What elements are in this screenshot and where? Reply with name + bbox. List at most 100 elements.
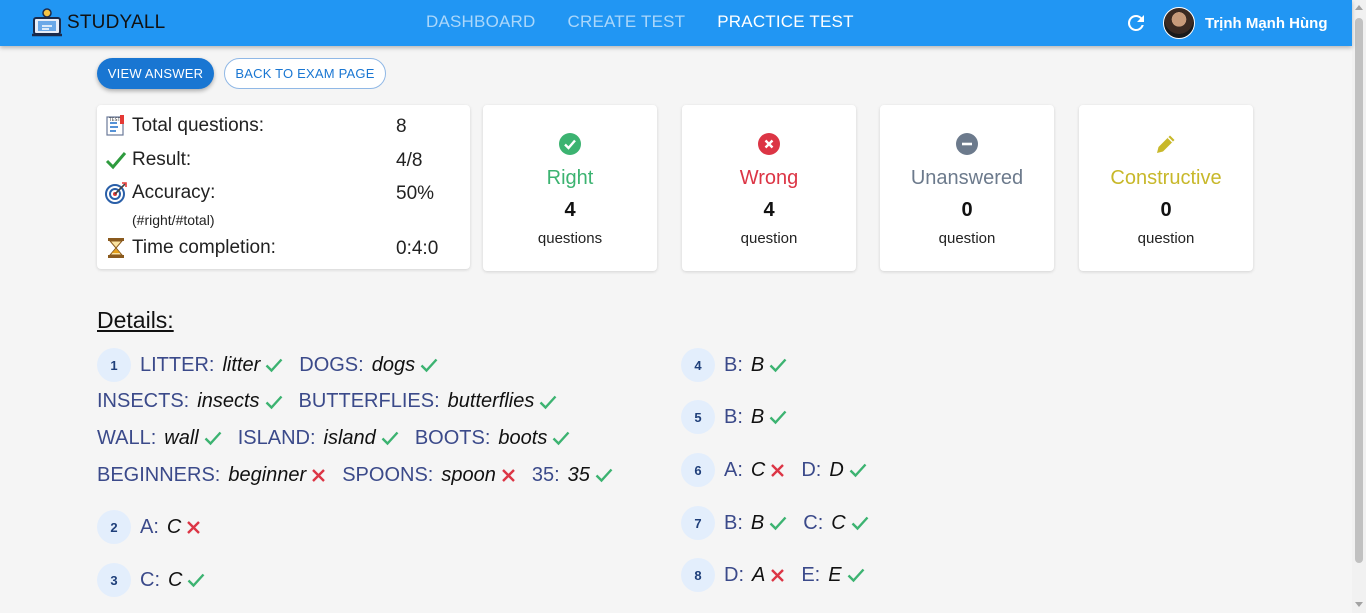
answer-line: A: C: [140, 514, 217, 540]
correct-check-icon: [552, 432, 570, 446]
answer-key: A:: [724, 458, 743, 481]
answer-key: B:: [724, 405, 743, 428]
correct-check-icon: [265, 395, 282, 409]
answer-item: INSECTS: insects: [97, 390, 283, 413]
back-to-exam-button[interactable]: BACK TO EXAM PAGE: [224, 58, 386, 89]
stat-title: Constructive: [1110, 167, 1222, 189]
correct-check-icon: [420, 358, 438, 373]
scroll-up-arrow-icon[interactable]: [1355, 5, 1363, 10]
avatar: [1163, 7, 1195, 39]
answer-item: SPOONS: spoon: [342, 464, 516, 487]
correct-check-icon: [769, 410, 787, 425]
answer-value: D: [829, 458, 844, 481]
stat-card-constructive: Constructive 0 question: [1079, 105, 1253, 271]
answer-line: B: B C: C: [724, 510, 885, 536]
correct-check-icon: [188, 573, 205, 588]
user-menu[interactable]: Trịnh Mạnh Hùng: [1163, 7, 1327, 39]
answer-key: SPOONS:: [342, 463, 434, 486]
result-label: Result:: [132, 149, 192, 170]
answer-line: WALL: wall ISLAND: island BOOTS: boots: [97, 425, 586, 451]
pencil-icon: [1157, 135, 1175, 153]
answer-line: LITTER: litter DOGS: dogs: [140, 352, 454, 378]
total-value: 8: [396, 116, 407, 137]
stat-unit: question: [740, 230, 798, 247]
wrong-x-icon: [501, 468, 515, 482]
correct-check-icon: [381, 432, 399, 446]
stat-unit: question: [1137, 230, 1195, 247]
answer-value: E: [828, 563, 842, 586]
answer-item: A: C: [724, 459, 785, 482]
answer-value: wall: [164, 426, 199, 449]
stat-title: Unanswered: [910, 167, 1024, 189]
answer-key: A:: [140, 515, 159, 538]
question-number-badge: 3: [97, 563, 131, 597]
scroll-thumb[interactable]: [1355, 18, 1363, 563]
stat-title: Right: [546, 167, 594, 189]
answer-value: C: [750, 458, 766, 481]
answer-value: A: [752, 563, 766, 586]
question-number-badge: 8: [681, 558, 715, 592]
target-icon: [105, 182, 127, 204]
hourglass-icon: [108, 238, 124, 258]
answer-item: B: B: [724, 512, 787, 535]
question-number-badge: 7: [681, 506, 715, 540]
answer-item: B: B: [724, 406, 787, 429]
tab-create-test[interactable]: CREATE TEST: [552, 0, 702, 46]
stat-title: Wrong: [739, 167, 799, 189]
wrong-x-icon: [187, 520, 201, 534]
answer-line: A: C D: D: [724, 457, 883, 483]
answer-key: DOGS:: [299, 353, 364, 376]
answer-line: C: C: [140, 567, 221, 593]
correct-check-icon: [851, 516, 869, 531]
scroll-down-arrow-icon[interactable]: [1355, 602, 1363, 607]
studyall-logo-icon: [32, 8, 62, 37]
wrong-x-icon: [312, 468, 326, 482]
answer-item: LITTER: litter: [140, 354, 283, 377]
answer-key: E:: [801, 563, 821, 586]
answer-item: C: C: [140, 569, 205, 592]
page-scrollbar[interactable]: [1352, 0, 1366, 613]
answer-key: ISLAND:: [237, 426, 316, 449]
logo[interactable]: STUDYALL: [30, 6, 165, 40]
answer-line: B: B: [724, 404, 803, 430]
question-number-badge: 1: [97, 348, 131, 382]
correct-check-icon: [769, 516, 787, 531]
answer-line: B: B: [724, 352, 803, 378]
stat-unit: question: [938, 230, 996, 247]
accuracy-row: Accuracy:: [105, 182, 215, 204]
answer-line: INSECTS: insects BUTTERFLIES: butterflies: [97, 389, 573, 415]
answer-item: BEGINNERS: beginner: [97, 464, 326, 487]
svg-text:TEST: TEST: [108, 117, 120, 123]
view-answer-button[interactable]: VIEW ANSWER: [97, 58, 214, 89]
stat-count: 4: [763, 199, 775, 221]
question-number-badge: 2: [97, 510, 131, 544]
minus-circle-icon: [956, 133, 978, 155]
correct-check-icon: [769, 358, 787, 373]
answer-key: C:: [140, 568, 160, 591]
answer-key: LITTER:: [140, 353, 215, 376]
test-sheet-icon: TEST: [106, 115, 124, 136]
answer-value: dogs: [371, 353, 416, 376]
stat-card-unanswered: Unanswered 0 question: [880, 105, 1054, 271]
answer-key: WALL:: [97, 426, 157, 449]
answer-item: DOGS: dogs: [299, 354, 438, 377]
stat-count: 4: [564, 199, 576, 221]
correct-check-icon: [540, 395, 557, 409]
answer-value: butterflies: [447, 390, 535, 413]
answer-item: D: A: [724, 564, 785, 587]
tab-practice-test[interactable]: PRACTICE TEST: [701, 0, 869, 46]
answer-key: C:: [803, 511, 824, 534]
answer-line: D: A E: E: [724, 562, 881, 588]
tab-dashboard[interactable]: DASHBOARD: [410, 0, 552, 46]
answer-item: BOOTS: boots: [415, 427, 571, 450]
answer-value: C: [166, 515, 182, 538]
accuracy-note: (#right/#total): [132, 212, 215, 228]
correct-check-icon: [265, 358, 283, 373]
answer-value: beginner: [228, 463, 307, 486]
answer-value: C: [168, 568, 183, 591]
answer-value: spoon: [441, 463, 496, 486]
correct-check-icon: [847, 568, 864, 583]
result-value: 4/8: [396, 150, 423, 171]
top-app-bar: STUDYALL DASHBOARD CREATE TEST PRACTICE …: [0, 0, 1352, 46]
refresh-icon[interactable]: [1124, 11, 1148, 35]
